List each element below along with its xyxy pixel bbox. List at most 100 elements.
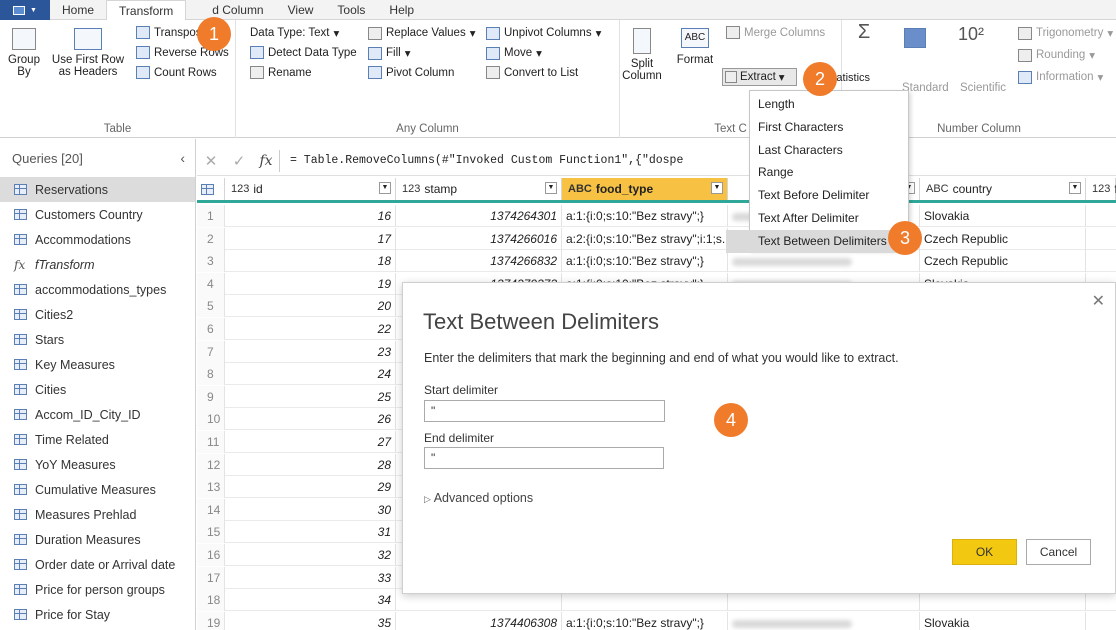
split-column-button[interactable]: Split Column [622, 28, 662, 82]
tab-tools[interactable]: Tools [325, 0, 377, 19]
information-button[interactable]: Information ▾ [1018, 70, 1103, 84]
merge-columns-button[interactable]: Merge Columns [726, 26, 825, 39]
trigonometry-button[interactable]: Trigonometry ▾ [1018, 26, 1113, 40]
cell-n[interactable]: 13 [197, 476, 225, 499]
query-item[interactable]: Key Measures [0, 352, 195, 377]
cell-n[interactable]: 5 [197, 295, 225, 318]
cell-id[interactable]: 29 [225, 476, 396, 499]
cell-id[interactable]: 22 [225, 318, 396, 340]
format-button[interactable]: ABC Format [672, 28, 718, 66]
cell-n[interactable]: 16 [197, 544, 225, 566]
query-item[interactable]: YoY Measures [0, 452, 195, 477]
tab-transform[interactable]: Transform [106, 0, 187, 21]
cell-id[interactable]: 23 [225, 340, 396, 363]
column-header-food-type[interactable]: ABC food_type ▼ [562, 178, 728, 200]
cell-n[interactable]: 7 [197, 340, 225, 363]
table-row[interactable]: 2 17 1374266016 a:2:{i:0;s:10:"Bez stravy";… [197, 227, 1116, 250]
query-item[interactable]: Duration Measures [0, 527, 195, 552]
query-item[interactable]: accommodations_types [0, 277, 195, 302]
menu-item-text-between-delimiters[interactable]: Text Between Delimiters [726, 229, 908, 253]
cell-stamp[interactable]: 1374266016 [396, 227, 562, 250]
move-button[interactable]: Move ▾ [486, 46, 542, 60]
cell-food[interactable]: a:1:{i:0;s:10:"Bez stravy";} [562, 611, 728, 630]
cell-n[interactable]: 1 [197, 205, 225, 227]
rounding-button[interactable]: Rounding ▾ [1018, 48, 1095, 62]
cell-n[interactable]: 10 [197, 408, 225, 431]
close-icon[interactable]: ✕ [1092, 291, 1105, 311]
cell-stamp[interactable]: 1374406308 [396, 611, 562, 630]
filter-dropdown-icon[interactable]: ▼ [379, 182, 391, 194]
data-type-dropdown[interactable]: Data Type: Text ▾ [250, 26, 339, 40]
tab-add-column[interactable]: d Column [186, 0, 275, 19]
query-item[interactable]: Cities2 [0, 302, 195, 327]
menu-item-last-characters[interactable]: Last Characters [750, 139, 908, 162]
cell-n[interactable]: 15 [197, 521, 225, 544]
detect-data-type-button[interactable]: Detect Data Type [250, 46, 357, 59]
cell-n[interactable]: 11 [197, 431, 225, 453]
column-header-id[interactable]: 123 id ▼ [225, 178, 396, 200]
cell-id[interactable]: 19 [225, 272, 396, 295]
cancel-button[interactable]: Cancel [1026, 539, 1091, 565]
convert-to-list-button[interactable]: Convert to List [486, 66, 578, 79]
query-item[interactable]: Reservations [0, 177, 195, 202]
formula-input[interactable]: = Table.RemoveColumns(#"Invoked Custom F… [279, 149, 683, 172]
filter-dropdown-icon[interactable]: ▼ [711, 182, 723, 194]
cell-id[interactable]: 30 [225, 498, 396, 521]
cell-n[interactable]: 4 [197, 272, 225, 295]
cell-country[interactable]: Slovakia [920, 611, 1086, 630]
query-item[interactable]: Time Related [0, 427, 195, 452]
query-item[interactable]: Customers Country [0, 202, 195, 227]
table-row[interactable]: 19 35 1374406308 a:1:{i:0;s:10:"Bez stravy"… [197, 611, 1116, 630]
menu-item-first-characters[interactable]: First Characters [750, 116, 908, 139]
cell-food[interactable]: a:2:{i:0;s:10:"Bez stravy";i:1;s... [562, 227, 728, 250]
cell-id[interactable]: 34 [225, 589, 396, 612]
query-item[interactable]: Cumulative Measures [0, 477, 195, 502]
cell-id[interactable]: 32 [225, 544, 396, 566]
extract-button[interactable]: Extract ▾ [722, 68, 797, 86]
tab-home[interactable]: Home [50, 0, 106, 19]
cell-n[interactable]: 19 [197, 611, 225, 630]
column-header-country[interactable]: ABC country ▼ [920, 178, 1086, 200]
standard-button[interactable]: Standard [902, 82, 949, 94]
menu-item-text-before-delimiter[interactable]: Text Before Delimiter [750, 184, 908, 207]
query-item[interactable]: Accommodations [0, 227, 195, 252]
cell-n[interactable]: 2 [197, 227, 225, 250]
scientific-button[interactable]: Scientific [960, 82, 1006, 94]
cell-n[interactable]: 9 [197, 385, 225, 408]
menu-item-range[interactable]: Range [750, 161, 908, 184]
cell-id[interactable]: 17 [225, 227, 396, 250]
cell-stamp[interactable]: 1374266832 [396, 250, 562, 273]
collapse-pane-icon[interactable]: ‹ [180, 150, 185, 166]
cell-n[interactable]: 17 [197, 566, 225, 589]
cell-id[interactable]: 31 [225, 521, 396, 544]
cell-n[interactable]: 18 [197, 589, 225, 612]
cell-n[interactable]: 14 [197, 498, 225, 521]
cell-food[interactable]: a:1:{i:0;s:10:"Bez stravy";} [562, 205, 728, 227]
cell-id[interactable]: 27 [225, 431, 396, 453]
cell-n[interactable]: 8 [197, 363, 225, 386]
cell-country[interactable]: Slovakia [920, 205, 1086, 227]
cell-id[interactable]: 18 [225, 250, 396, 273]
query-item[interactable]: fx fTransform [0, 252, 195, 277]
menu-item-length[interactable]: Length [750, 93, 908, 116]
unpivot-columns-button[interactable]: Unpivot Columns ▾ [486, 26, 601, 40]
ok-button[interactable]: OK [952, 539, 1017, 565]
tab-help[interactable]: Help [377, 0, 426, 19]
query-item[interactable]: Price for person groups [0, 577, 195, 602]
cell-n[interactable]: 12 [197, 453, 225, 476]
cell-id[interactable]: 28 [225, 453, 396, 476]
start-delimiter-input[interactable]: " [424, 400, 665, 422]
cell-id[interactable]: 25 [225, 385, 396, 408]
cell-id[interactable]: 16 [225, 205, 396, 227]
table-row[interactable]: 3 18 1374266832 a:1:{i:0;s:10:"Bez stravy";… [197, 250, 1116, 273]
cell-n[interactable]: 3 [197, 250, 225, 273]
cell-id[interactable]: 26 [225, 408, 396, 431]
column-header-next[interactable]: 123f [1086, 178, 1116, 200]
rename-button[interactable]: Rename [250, 66, 311, 79]
fill-button[interactable]: Fill ▾ [368, 46, 410, 60]
replace-values-button[interactable]: Replace Values ▾ [368, 26, 475, 40]
cell-id[interactable]: 20 [225, 295, 396, 318]
advanced-options-toggle[interactable]: ▷ Advanced options [424, 491, 533, 505]
cell-stamp[interactable]: 1374264301 [396, 205, 562, 227]
table-row[interactable]: 1 16 1374264301 a:1:{i:0;s:10:"Bez stravy";… [197, 205, 1116, 227]
